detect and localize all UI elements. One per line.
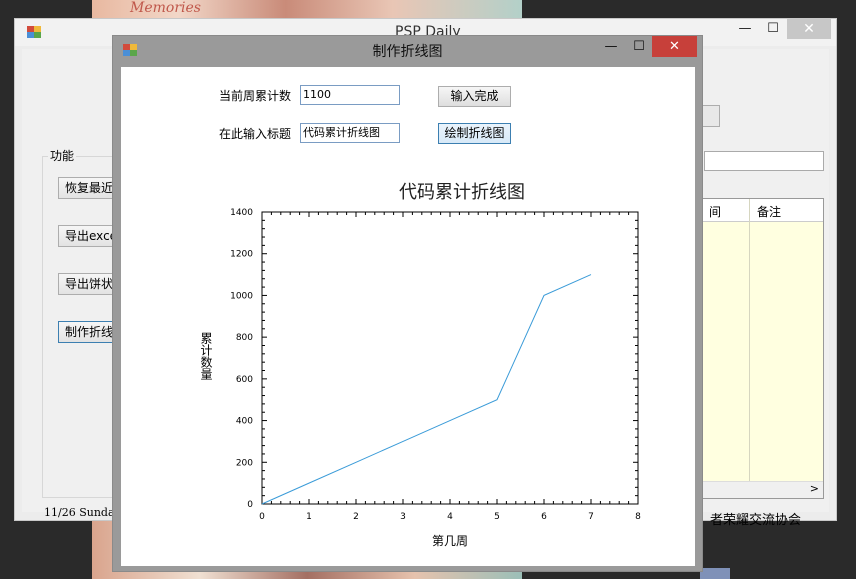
y-tick-label: 1400 <box>230 208 253 218</box>
record-grid[interactable]: 间 备注 > <box>702 198 824 499</box>
y-tick-label: 0 <box>247 500 253 510</box>
x-tick-label: 6 <box>541 512 547 522</box>
x-tick-label: 7 <box>588 512 594 522</box>
x-tick-label: 1 <box>306 512 312 522</box>
background-input[interactable] <box>704 151 824 171</box>
line-chart-window: 制作折线图 — ☐ ✕ 当前周累计数 1100 输入完成 在此输入标题 代码累计… <box>112 35 703 572</box>
date-status: 11/26 Sunday <box>44 506 121 519</box>
organization-label: 者荣耀交流协会 <box>710 513 802 528</box>
grid-header-note: 备注 <box>757 205 782 219</box>
x-tick-label: 2 <box>353 512 359 522</box>
y-tick-label: 600 <box>236 375 253 385</box>
function-group-label: 功能 <box>48 147 77 164</box>
minimize-button[interactable]: — <box>731 19 759 39</box>
plot-frame <box>261 211 639 505</box>
series-line <box>261 274 592 505</box>
y-tick-label: 1000 <box>230 291 253 301</box>
grid-column-divider <box>749 199 750 498</box>
y-tick-label: 400 <box>236 417 253 427</box>
taskbar-fragment <box>700 568 730 579</box>
x-tick-label: 0 <box>259 512 265 522</box>
wallpaper-text: Memories <box>130 0 201 16</box>
x-tick-label: 4 <box>447 512 453 522</box>
x-tick-label: 3 <box>400 512 406 522</box>
app-icon <box>27 26 41 38</box>
y-tick-label: 800 <box>236 333 253 343</box>
minimize-button[interactable]: — <box>597 36 625 57</box>
maximize-button[interactable]: ☐ <box>759 19 787 39</box>
line-chart: 代码累计折线图 0 200 400 600 800 1000 1200 1400 0 1 2 3 4 5 6 7… <box>199 182 641 548</box>
y-axis-label: 累计数量 <box>199 332 213 380</box>
scroll-right-icon[interactable]: > <box>810 482 819 495</box>
y-tick-label: 200 <box>236 458 253 468</box>
y-tick-label: 1200 <box>230 250 253 260</box>
grid-scrollbar[interactable]: > <box>703 481 823 498</box>
grid-header: 间 备注 <box>703 199 823 222</box>
close-button[interactable]: ✕ <box>787 19 831 39</box>
chart-title: 代码累计折线图 <box>399 182 525 203</box>
x-tick-label: 8 <box>635 512 641 522</box>
close-button[interactable]: ✕ <box>652 36 697 57</box>
grid-header-time: 间 <box>709 205 722 219</box>
background-button[interactable] <box>702 105 720 127</box>
x-tick-label: 5 <box>494 512 500 522</box>
maximize-button[interactable]: ☐ <box>625 36 653 57</box>
window-client: 当前周累计数 1100 输入完成 在此输入标题 代码累计折线图 绘制折线图 代码… <box>121 67 695 566</box>
x-axis-label: 第几周 <box>432 534 468 548</box>
